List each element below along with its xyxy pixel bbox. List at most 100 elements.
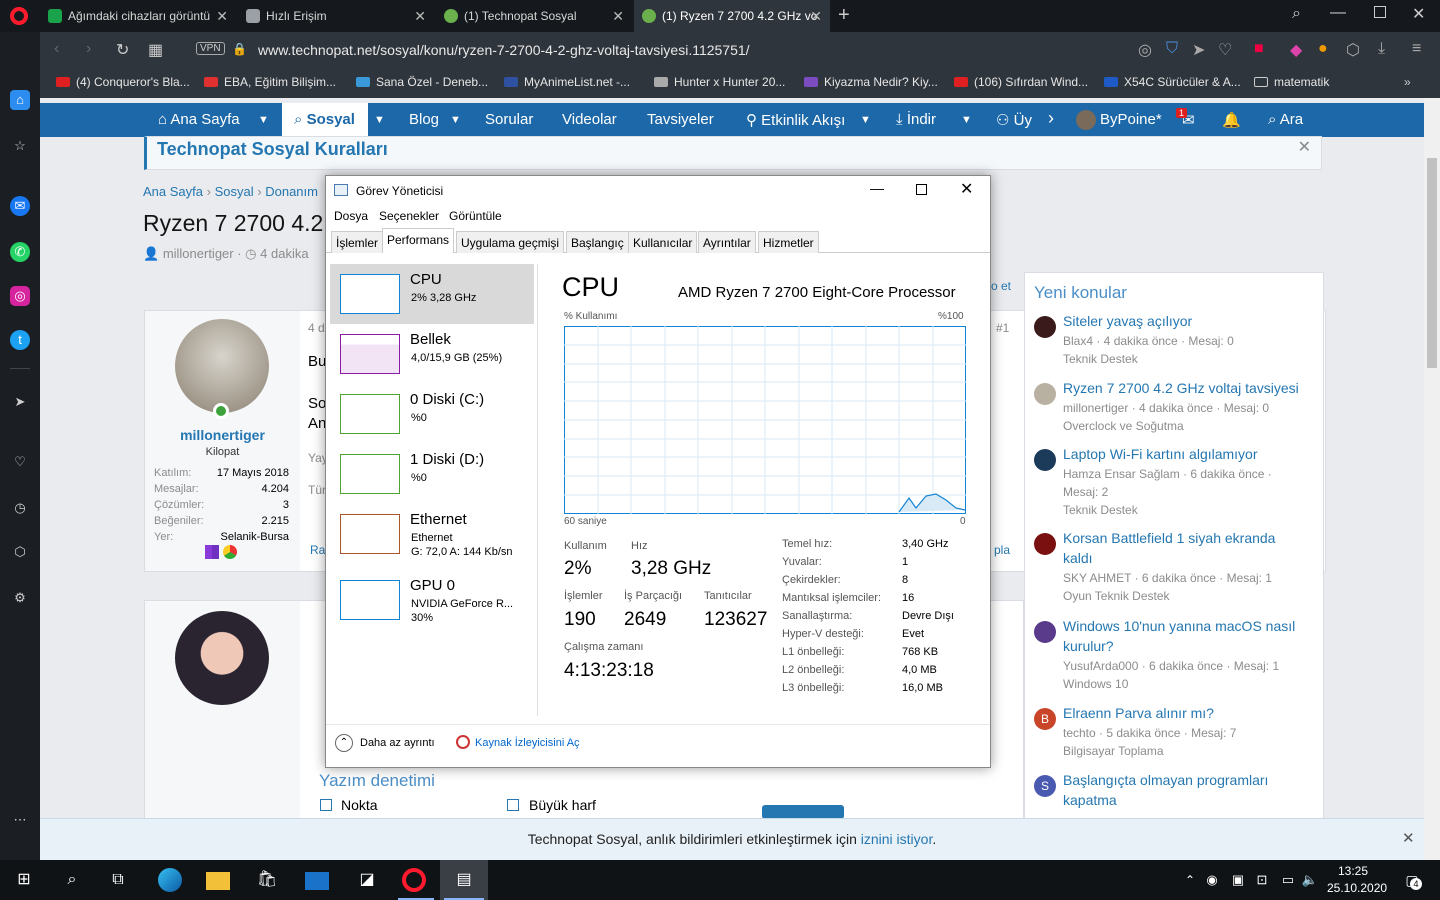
close-window-button[interactable]: ✕ bbox=[1412, 4, 1425, 24]
twitter-icon[interactable]: t bbox=[10, 330, 30, 350]
opera-icon[interactable] bbox=[402, 868, 426, 892]
forward-icon[interactable]: › bbox=[86, 40, 91, 58]
menu-secenekler[interactable]: Seçenekler bbox=[379, 209, 439, 223]
tab-performans[interactable]: Performans bbox=[382, 228, 455, 253]
tab-3[interactable]: (1) Ryzen 7 2700 4.2 GHz vo ✕ bbox=[634, 0, 830, 32]
tray-icon-2[interactable]: ⊡ bbox=[1250, 868, 1274, 892]
close-icon[interactable]: ✕ bbox=[1298, 137, 1311, 157]
page-scrollbar[interactable] bbox=[1424, 98, 1440, 860]
close-icon[interactable]: ✕ bbox=[810, 8, 822, 25]
apply-button[interactable] bbox=[762, 805, 844, 819]
reload-icon[interactable]: ↻ bbox=[116, 40, 129, 60]
avatar[interactable] bbox=[175, 319, 269, 413]
store-icon[interactable]: 🛍 bbox=[255, 868, 279, 892]
user-name[interactable]: millonertiger bbox=[145, 427, 300, 443]
nav-chevron-icon[interactable]: ▼ bbox=[961, 114, 972, 126]
clock-date[interactable]: 25.10.2020 bbox=[1327, 881, 1387, 895]
avatar[interactable]: S bbox=[1034, 775, 1056, 797]
camera-icon[interactable]: ◎ bbox=[1138, 40, 1152, 60]
close-button[interactable]: ✕ bbox=[960, 179, 973, 199]
nav-sorular[interactable]: Sorular bbox=[485, 111, 533, 128]
network-icon[interactable]: ▭ bbox=[1276, 868, 1300, 892]
resource-memory[interactable]: Bellek 4,0/15,9 GB (25%) bbox=[330, 324, 534, 384]
tab-kullanicilar[interactable]: Kullanıcılar bbox=[628, 231, 698, 253]
download-icon[interactable]: ⤓ bbox=[1378, 40, 1385, 58]
nav-blog[interactable]: Blog bbox=[409, 111, 439, 128]
vpn-badge[interactable]: VPN bbox=[196, 42, 225, 55]
settings-icon[interactable]: ⚙ bbox=[10, 588, 30, 608]
nav-chevron-icon[interactable]: ▼ bbox=[374, 114, 385, 126]
avatar[interactable] bbox=[1034, 316, 1056, 338]
resource-cpu[interactable]: CPU 2% 3,28 GHz bbox=[330, 264, 534, 324]
bookmark-5[interactable]: Kiyazma Nedir? Kiy... bbox=[804, 75, 938, 89]
nav-uyeler[interactable]: ⚇ Üy bbox=[996, 111, 1032, 129]
checkbox-buyuk-harf[interactable] bbox=[507, 799, 519, 811]
extension-icon-2[interactable]: ◆ bbox=[1290, 40, 1302, 60]
nav-chevron-icon[interactable]: ▼ bbox=[450, 114, 461, 126]
file-explorer-icon[interactable] bbox=[206, 872, 230, 890]
messenger-icon[interactable]: ✉ bbox=[10, 196, 30, 216]
tab-baslangic[interactable]: Başlangıç bbox=[566, 231, 629, 253]
maximize-button[interactable] bbox=[916, 184, 927, 195]
close-icon[interactable]: ✕ bbox=[414, 8, 426, 25]
minimize-button[interactable]: — bbox=[1330, 4, 1346, 22]
search-icon[interactable]: ⌕ bbox=[60, 868, 84, 892]
volume-icon[interactable]: 🔈 bbox=[1298, 868, 1322, 892]
restore-button[interactable] bbox=[1374, 6, 1386, 18]
tab-hizmetler[interactable]: Hizmetler bbox=[758, 231, 819, 253]
close-icon[interactable]: ✕ bbox=[612, 8, 624, 25]
tab-islemler[interactable]: İşlemler bbox=[331, 231, 384, 253]
new-tab-button[interactable]: + bbox=[838, 4, 850, 27]
clock-time[interactable]: 13:25 bbox=[1338, 864, 1368, 878]
edge-icon[interactable] bbox=[158, 868, 182, 892]
instagram-icon[interactable]: ◎ bbox=[10, 286, 30, 306]
back-icon[interactable]: ‹ bbox=[54, 40, 59, 58]
nav-etkinlik[interactable]: ⚲ Etkinlik Akışı bbox=[746, 111, 845, 129]
mail-icon[interactable] bbox=[305, 872, 329, 890]
nav-search[interactable]: ⌕ Ara bbox=[1268, 111, 1303, 128]
app-icon[interactable]: ◪ bbox=[355, 868, 379, 892]
shield-icon[interactable]: ⛉ bbox=[1166, 40, 1178, 58]
avatar[interactable] bbox=[1034, 621, 1056, 643]
avatar[interactable]: B bbox=[1034, 708, 1056, 730]
checkbox-nokta[interactable] bbox=[320, 799, 332, 811]
send-icon[interactable]: ➤ bbox=[1192, 40, 1205, 60]
speed-dial-icon[interactable]: ▦ bbox=[148, 40, 163, 60]
close-icon[interactable]: ✕ bbox=[1402, 829, 1415, 847]
tab-uygulama-gecmisi[interactable]: Uygulama geçmişi bbox=[456, 231, 565, 253]
url-field[interactable]: www.technopat.net/sosyal/konu/ryzen-7-27… bbox=[258, 42, 750, 58]
bookmark-2[interactable]: Sana Özel - Deneb... bbox=[356, 75, 488, 89]
permission-link[interactable]: iznini istiyor bbox=[861, 831, 933, 847]
resource-disk-d[interactable]: 1 Diski (D:) %0 bbox=[330, 444, 534, 504]
nav-videolar[interactable]: Videolar bbox=[562, 111, 617, 128]
nav-chevron-icon[interactable]: ▼ bbox=[258, 114, 269, 126]
avatar[interactable] bbox=[1034, 449, 1056, 471]
avatar[interactable] bbox=[175, 611, 269, 705]
steam-icon[interactable]: ◉ bbox=[1200, 868, 1224, 892]
tab-2[interactable]: (1) Technopat Sosyal ✕ bbox=[436, 0, 632, 32]
resource-gpu[interactable]: GPU 0 NVIDIA GeForce R... 30% bbox=[330, 570, 534, 630]
menu-dosya[interactable]: Dosya bbox=[334, 209, 368, 223]
flow-icon[interactable]: ☆ bbox=[10, 136, 30, 156]
bookmark-4[interactable]: Hunter x Hunter 20... bbox=[654, 75, 785, 89]
minimize-button[interactable]: — bbox=[870, 180, 884, 196]
search-tabs-icon[interactable]: ⌕ bbox=[1292, 5, 1301, 23]
cube-icon[interactable]: ⬡ bbox=[1346, 40, 1360, 60]
bookmark-6[interactable]: (106) Sıfırdan Wind... bbox=[954, 75, 1088, 89]
close-icon[interactable]: ✕ bbox=[216, 8, 228, 25]
task-view-icon[interactable]: ⧉ bbox=[106, 868, 130, 892]
tab-0[interactable]: Ağımdaki cihazları görüntü ✕ bbox=[40, 0, 236, 32]
tray-icon[interactable]: ▣ bbox=[1226, 868, 1250, 892]
bookmark-7[interactable]: X54C Sürücüler & A... bbox=[1104, 75, 1241, 89]
menu-goruntule[interactable]: Görüntüle bbox=[449, 209, 502, 223]
notice-title[interactable]: Technopat Sosyal Kuralları bbox=[157, 139, 388, 160]
bookmark-folder-matematik[interactable]: matematik bbox=[1254, 75, 1329, 89]
nav-home[interactable]: ⌂ Ana Sayfa bbox=[158, 111, 240, 128]
bookmarks-more-icon[interactable]: » bbox=[1404, 75, 1411, 89]
avatar[interactable] bbox=[1034, 533, 1056, 555]
bell-icon[interactable]: 🔔 bbox=[1222, 111, 1241, 129]
more-icon[interactable]: ⋯ bbox=[10, 810, 30, 830]
task-manager-taskbar-icon[interactable]: ▤ bbox=[440, 860, 488, 900]
send-icon[interactable]: ➤ bbox=[10, 392, 30, 412]
avatar[interactable] bbox=[1034, 383, 1056, 405]
